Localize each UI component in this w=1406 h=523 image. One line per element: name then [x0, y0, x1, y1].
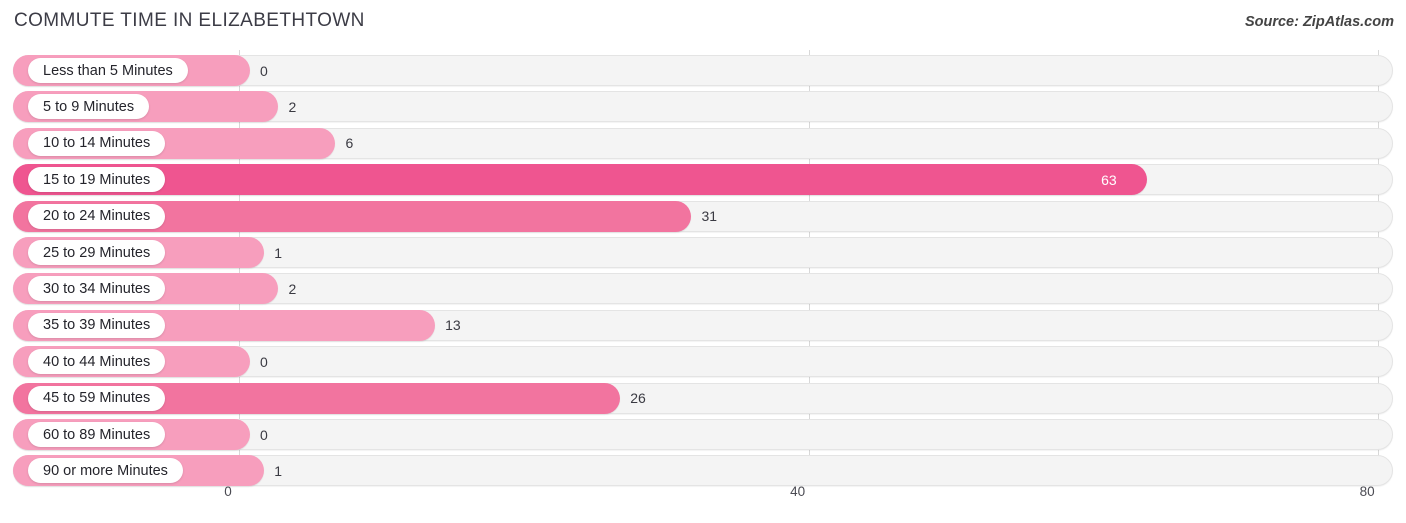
bar-value-label: 63: [1101, 171, 1117, 188]
bar-value-label: 0: [260, 62, 268, 79]
chart-row[interactable]: 35 to 39 Minutes 13: [0, 309, 1406, 341]
bar-value-label: 0: [260, 426, 268, 443]
category-label-capsule: 60 to 89 Minutes: [28, 422, 166, 447]
category-label-capsule: 40 to 44 Minutes: [28, 349, 166, 375]
bar-value-label: 0: [260, 353, 268, 370]
chart-row[interactable]: 20 to 24 Minutes 31: [0, 200, 1406, 232]
page-title: COMMUTE TIME IN ELIZABETHTOWN: [14, 10, 365, 31]
bar-value-label: 6: [345, 135, 354, 152]
x-axis: 0 40 80: [0, 484, 1406, 510]
source-attribution: Source: ZipAtlas.com: [1244, 14, 1394, 30]
category-label: 25 to 29 Minutes: [43, 244, 151, 261]
chart-row[interactable]: 45 to 59 Minutes 26: [0, 382, 1406, 414]
category-label: 45 to 59 Minutes: [43, 390, 151, 407]
chart-root: COMMUTE TIME IN ELIZABETHTOWN Source: Zi…: [0, 0, 1406, 523]
category-label-capsule: Less than 5 Minutes: [28, 58, 188, 83]
category-label-capsule: 25 to 29 Minutes: [28, 240, 166, 265]
chart-row[interactable]: 5 to 9 Minutes 2: [0, 91, 1406, 123]
category-label: 90 or more Minutes: [43, 462, 168, 479]
category-label-capsule: 10 to 14 Minutes: [28, 130, 166, 156]
category-label-capsule: 35 to 39 Minutes: [28, 312, 166, 338]
chart-row[interactable]: 40 to 44 Minutes 0: [0, 346, 1406, 378]
category-label: Less than 5 Minutes: [43, 62, 173, 79]
category-label-capsule: 20 to 24 Minutes: [28, 203, 166, 229]
chart-row[interactable]: 10 to 14 Minutes 6: [0, 127, 1406, 159]
category-label: 40 to 44 Minutes: [43, 353, 151, 370]
bar-value-label: 2: [288, 98, 297, 115]
chart-row[interactable]: Less than 5 Minutes 0: [0, 55, 1406, 86]
category-label-capsule: 30 to 34 Minutes: [28, 276, 166, 302]
chart-row[interactable]: 25 to 29 Minutes 1: [0, 237, 1406, 268]
category-label-capsule: 90 or more Minutes: [28, 458, 183, 484]
bar-value-label: 1: [274, 462, 283, 479]
category-label-capsule: 45 to 59 Minutes: [28, 385, 166, 411]
category-label: 35 to 39 Minutes: [43, 317, 151, 334]
chart-row[interactable]: 60 to 89 Minutes 0: [0, 419, 1406, 450]
chart-row[interactable]: 30 to 34 Minutes 2: [0, 273, 1406, 305]
category-label: 20 to 24 Minutes: [43, 208, 151, 225]
bar-value-label: 2: [288, 280, 297, 297]
category-label: 10 to 14 Minutes: [43, 135, 151, 152]
bar-value-label: 1: [274, 244, 283, 261]
category-label: 30 to 34 Minutes: [43, 280, 151, 297]
category-label: 5 to 9 Minutes: [43, 98, 135, 115]
x-axis-tick-label: 0: [224, 484, 232, 499]
bar-value-label: 26: [630, 390, 646, 407]
category-label: 15 to 19 Minutes: [43, 171, 151, 188]
chart-row[interactable]: 15 to 19 Minutes 63: [0, 164, 1406, 196]
category-label-capsule: 15 to 19 Minutes: [28, 167, 166, 193]
x-axis-tick-label: 40: [790, 484, 806, 499]
bar[interactable]: [13, 164, 1148, 196]
bar-value-label: 31: [701, 208, 718, 225]
chart-row[interactable]: 90 or more Minutes 1: [0, 455, 1406, 487]
bar-value-label: 13: [445, 317, 461, 334]
x-axis-tick-label: 80: [1359, 484, 1375, 499]
category-label: 60 to 89 Minutes: [43, 426, 151, 443]
category-label-capsule: 5 to 9 Minutes: [28, 94, 150, 120]
plot-area: Less than 5 Minutes 0 5 to 9 Minutes 2 10 to…: [0, 50, 1406, 487]
